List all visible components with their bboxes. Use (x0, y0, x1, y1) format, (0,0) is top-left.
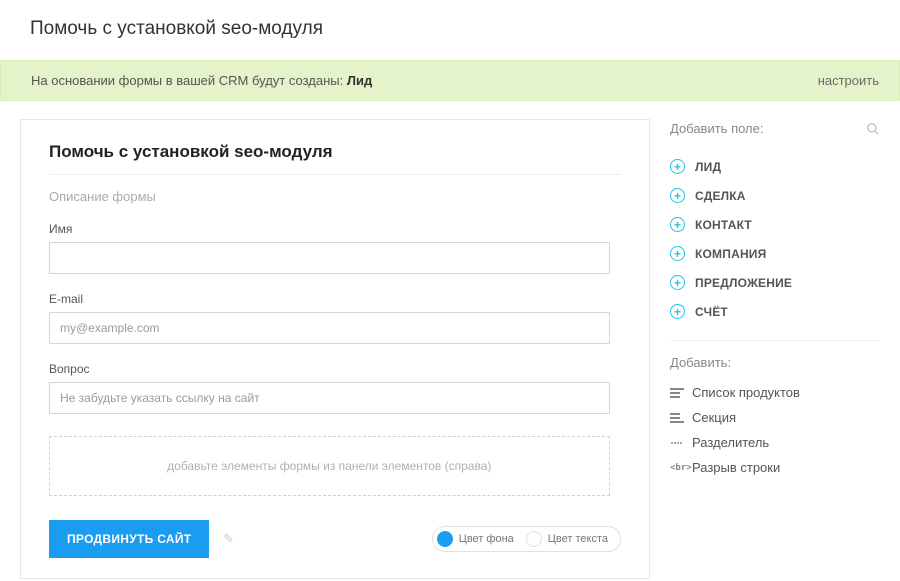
category-label: ЛИД (695, 160, 721, 174)
edit-button-icon[interactable]: ✎ (223, 531, 234, 546)
text-color-label: Цвет текста (548, 533, 608, 545)
search-icon (866, 122, 880, 136)
plus-icon: + (670, 159, 685, 174)
email-input[interactable] (49, 312, 610, 344)
form-dropzone[interactable]: добавьте элементы формы из панели элемен… (49, 436, 610, 496)
plus-icon: + (670, 217, 685, 232)
element-label: Разрыв строки (692, 460, 780, 475)
plus-icon: + (670, 304, 685, 319)
notice-entity: Лид (347, 73, 372, 88)
elements-panel: Добавить поле: + ЛИД + СДЕЛКА + КОНТАКТ + КО… (670, 119, 880, 579)
page-header: Помочь с установкой seo-модуля (0, 0, 900, 60)
submit-button[interactable]: ПРОДВИНУТЬ САЙТ (49, 520, 209, 558)
category-company[interactable]: + КОМПАНИЯ (670, 239, 880, 268)
plus-icon: + (670, 246, 685, 261)
notice-prefix: На основании формы в вашей CRM будут соз… (31, 73, 347, 88)
divider-icon (670, 440, 692, 446)
category-contact[interactable]: + КОНТАКТ (670, 210, 880, 239)
element-list: Список продуктов Секция Разделитель <br>… (670, 380, 880, 480)
form-title[interactable]: Помочь с установкой seo-модуля (49, 142, 621, 162)
color-toggle: Цвет фона Цвет текста (432, 526, 621, 552)
element-label: Список продуктов (692, 385, 800, 400)
category-offer[interactable]: + ПРЕДЛОЖЕНИЕ (670, 268, 880, 297)
bg-color-label: Цвет фона (459, 533, 514, 545)
category-label: СЧЁТ (695, 305, 728, 319)
field-label: Вопрос (49, 362, 621, 376)
element-linebreak[interactable]: <br> Разрыв строки (670, 455, 880, 480)
form-builder-panel: Помочь с установкой seo-модуля Описание … (20, 119, 650, 579)
section-icon (670, 413, 692, 423)
add-elements-label: Добавить: (670, 355, 880, 370)
category-deal[interactable]: + СДЕЛКА (670, 181, 880, 210)
form-description[interactable]: Описание формы (49, 189, 621, 204)
element-label: Секция (692, 410, 736, 425)
plus-icon: + (670, 275, 685, 290)
field-email: E-mail (49, 292, 621, 344)
element-section[interactable]: Секция (670, 405, 880, 430)
configure-link[interactable]: настроить (818, 73, 879, 88)
page-title: Помочь с установкой seo-модуля (30, 18, 870, 40)
search-label: Добавить поле: (670, 121, 763, 136)
notice-text: На основании формы в вашей CRM будут соз… (31, 73, 372, 88)
add-field-search[interactable]: Добавить поле: (670, 121, 880, 136)
form-footer: ПРОДВИНУТЬ САЙТ ✎ Цвет фона Цвет текста (49, 520, 621, 558)
field-name: Имя (49, 222, 621, 274)
name-input[interactable] (49, 242, 610, 274)
category-label: КОНТАКТ (695, 218, 752, 232)
divider (49, 174, 621, 175)
element-product-list[interactable]: Список продуктов (670, 380, 880, 405)
field-label: E-mail (49, 292, 621, 306)
crm-notice: На основании формы в вашей CRM будут соз… (0, 60, 900, 101)
category-label: КОМПАНИЯ (695, 247, 766, 261)
bg-swatch-icon (437, 531, 453, 547)
category-list: + ЛИД + СДЕЛКА + КОНТАКТ + КОМПАНИЯ + ПРЕДЛОЖ… (670, 152, 880, 326)
element-divider[interactable]: Разделитель (670, 430, 880, 455)
list-icon (670, 388, 692, 398)
text-color-option[interactable]: Цвет текста (524, 529, 618, 549)
category-lead[interactable]: + ЛИД (670, 152, 880, 181)
text-swatch-icon (526, 531, 542, 547)
category-label: СДЕЛКА (695, 189, 746, 203)
category-label: ПРЕДЛОЖЕНИЕ (695, 276, 792, 290)
br-icon: <br> (670, 463, 692, 473)
category-invoice[interactable]: + СЧЁТ (670, 297, 880, 326)
bg-color-option[interactable]: Цвет фона (435, 529, 524, 549)
field-label: Имя (49, 222, 621, 236)
plus-icon: + (670, 188, 685, 203)
field-question: Вопрос (49, 362, 621, 414)
divider (670, 340, 880, 341)
element-label: Разделитель (692, 435, 769, 450)
question-input[interactable] (49, 382, 610, 414)
